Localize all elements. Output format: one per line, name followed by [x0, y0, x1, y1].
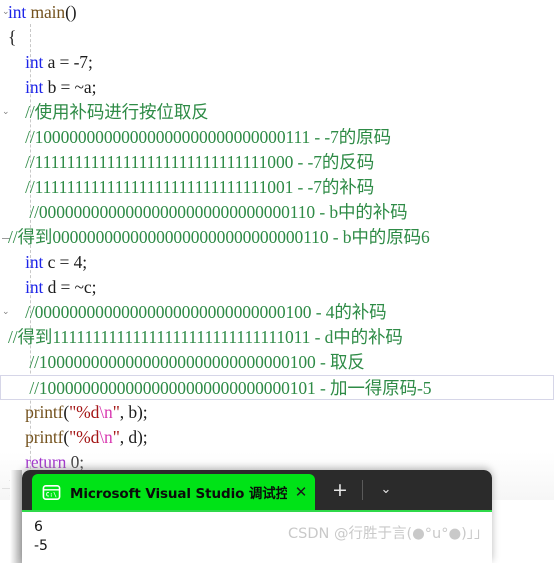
- svg-text:C:\: C:\: [46, 491, 57, 498]
- code-line-text: printf("%d\n", d);: [0, 425, 147, 450]
- code-line-text: printf("%d\n", b);: [0, 400, 147, 425]
- code-token: ;: [87, 52, 93, 72]
- code-line[interactable]: int main(): [0, 0, 554, 25]
- terminal-console-output[interactable]: 6 -5: [22, 510, 492, 563]
- code-line-text: int b = ~a;: [0, 75, 96, 100]
- tab-bar-divider: [362, 480, 363, 500]
- code-line-text: //00000000000000000000000000000110 - b中的…: [0, 200, 408, 225]
- code-token: int: [25, 252, 44, 272]
- code-token: , b);: [119, 402, 148, 422]
- console-output-line: 6: [34, 519, 43, 535]
- code-line-text: int main(): [0, 0, 77, 25]
- new-tab-button[interactable]: +: [328, 479, 352, 501]
- code-token: int: [25, 277, 44, 297]
- code-token: d = ~c;: [43, 277, 97, 297]
- terminal-tab-bar[interactable]: C:\ Microsoft Visual Studio 调试控 ✕ + ⌄: [22, 470, 492, 510]
- code-token: //10000000000000000000000000000111 - -7的…: [8, 127, 391, 147]
- code-token: main: [30, 2, 66, 22]
- code-line[interactable]: //00000000000000000000000000000110 - b中的…: [0, 200, 554, 225]
- code-token: //00000000000000000000000000000110 - b中的…: [8, 202, 408, 222]
- code-token: //得到00000000000000000000000000000110 - b…: [8, 227, 430, 247]
- code-token: a =: [43, 52, 74, 72]
- code-token: ;: [82, 252, 87, 272]
- code-token: (): [65, 2, 77, 22]
- code-line[interactable]: int b = ~a;: [0, 75, 554, 100]
- console-output-line: -5: [34, 538, 48, 554]
- code-line[interactable]: //得到11111111111111111111111111111011 - d…: [0, 325, 554, 350]
- code-token: printf: [25, 427, 64, 447]
- code-line-text: //得到00000000000000000000000000000110 - b…: [0, 225, 430, 250]
- code-token: {: [8, 27, 17, 47]
- code-token: ": [112, 427, 120, 447]
- code-token: 4: [73, 252, 83, 272]
- code-line-current[interactable]: //10000000000000000000000000000101 - 加一得…: [0, 375, 554, 400]
- code-token: //使用补码进行按位取反: [8, 102, 209, 122]
- code-token: -7: [73, 52, 88, 72]
- code-token: //00000000000000000000000000000100 - 4的补…: [8, 302, 387, 322]
- code-token: //得到11111111111111111111111111111011 - d…: [8, 327, 403, 347]
- code-line-text: //10000000000000000000000000000100 - 取反: [0, 350, 365, 375]
- code-editor[interactable]: ⌄ ⌄ ⌄ int main(){ int a = -7; int b = ~a; …: [0, 0, 554, 500]
- code-line[interactable]: //得到00000000000000000000000000000110 - b…: [0, 225, 554, 250]
- code-line-text: int a = -7;: [0, 50, 93, 75]
- code-line-text: //10000000000000000000000000000111 - -7的…: [0, 125, 391, 150]
- code-line-text: //00000000000000000000000000000100 - 4的补…: [0, 300, 387, 325]
- code-token: int: [25, 52, 44, 72]
- code-line-text: {: [0, 25, 16, 50]
- code-token: printf: [25, 402, 64, 422]
- code-line[interactable]: //11111111111111111111111111111000 - -7的…: [0, 150, 554, 175]
- code-token: int: [25, 77, 44, 97]
- code-line-text: //使用补码进行按位取反: [0, 100, 209, 125]
- code-token: //10000000000000000000000000000100 - 取反: [8, 352, 365, 372]
- code-token: c =: [43, 252, 74, 272]
- code-line-text: int c = 4;: [0, 250, 87, 275]
- code-token: int: [8, 2, 27, 22]
- code-token: //10000000000000000000000000000101 - 加一得…: [8, 378, 432, 398]
- code-token: , d);: [119, 427, 148, 447]
- code-line[interactable]: //10000000000000000000000000000100 - 取反: [0, 350, 554, 375]
- code-line[interactable]: int d = ~c;: [0, 275, 554, 300]
- code-line-text: //11111111111111111111111111111000 - -7的…: [0, 150, 374, 175]
- terminal-left-shadow: [10, 470, 22, 563]
- code-line[interactable]: //11111111111111111111111111111001 - -7的…: [0, 175, 554, 200]
- code-line-text: int d = ~c;: [0, 275, 96, 300]
- code-token: "%d: [69, 402, 100, 422]
- terminal-tab-active[interactable]: C:\ Microsoft Visual Studio 调试控 ✕: [32, 474, 315, 510]
- terminal-window[interactable]: C:\ Microsoft Visual Studio 调试控 ✕ + ⌄ 6-…: [22, 470, 492, 563]
- console-window-icon: C:\: [42, 484, 61, 500]
- code-token: \n: [99, 427, 113, 447]
- terminal-tab-title: Microsoft Visual Studio 调试控: [70, 486, 287, 502]
- code-lines[interactable]: int main(){ int a = -7; int b = ~a; //使用…: [0, 0, 554, 500]
- code-line[interactable]: //使用补码进行按位取反: [0, 100, 554, 125]
- code-line-text: //11111111111111111111111111111001 - -7的…: [0, 175, 374, 200]
- code-line-text: //10000000000000000000000000000101 - 加一得…: [1, 376, 431, 401]
- code-token: "%d: [69, 427, 100, 447]
- chevron-down-icon[interactable]: ⌄: [374, 479, 398, 501]
- code-line[interactable]: {: [0, 25, 554, 50]
- code-line[interactable]: int c = 4;: [0, 250, 554, 275]
- close-icon[interactable]: ✕: [287, 484, 315, 500]
- code-line[interactable]: int a = -7;: [0, 50, 554, 75]
- code-token: //11111111111111111111111111111001 - -7的…: [8, 177, 375, 197]
- code-token: b = ~a;: [43, 77, 97, 97]
- code-token: ": [112, 402, 120, 422]
- code-token: //11111111111111111111111111111000 - -7的…: [8, 152, 375, 172]
- code-line[interactable]: printf("%d\n", d);: [0, 425, 554, 450]
- code-token: \n: [99, 402, 113, 422]
- code-line[interactable]: //10000000000000000000000000000111 - -7的…: [0, 125, 554, 150]
- code-line-text: //得到11111111111111111111111111111011 - d…: [0, 325, 403, 350]
- code-line[interactable]: //00000000000000000000000000000100 - 4的补…: [0, 300, 554, 325]
- code-line[interactable]: printf("%d\n", b);: [0, 400, 554, 425]
